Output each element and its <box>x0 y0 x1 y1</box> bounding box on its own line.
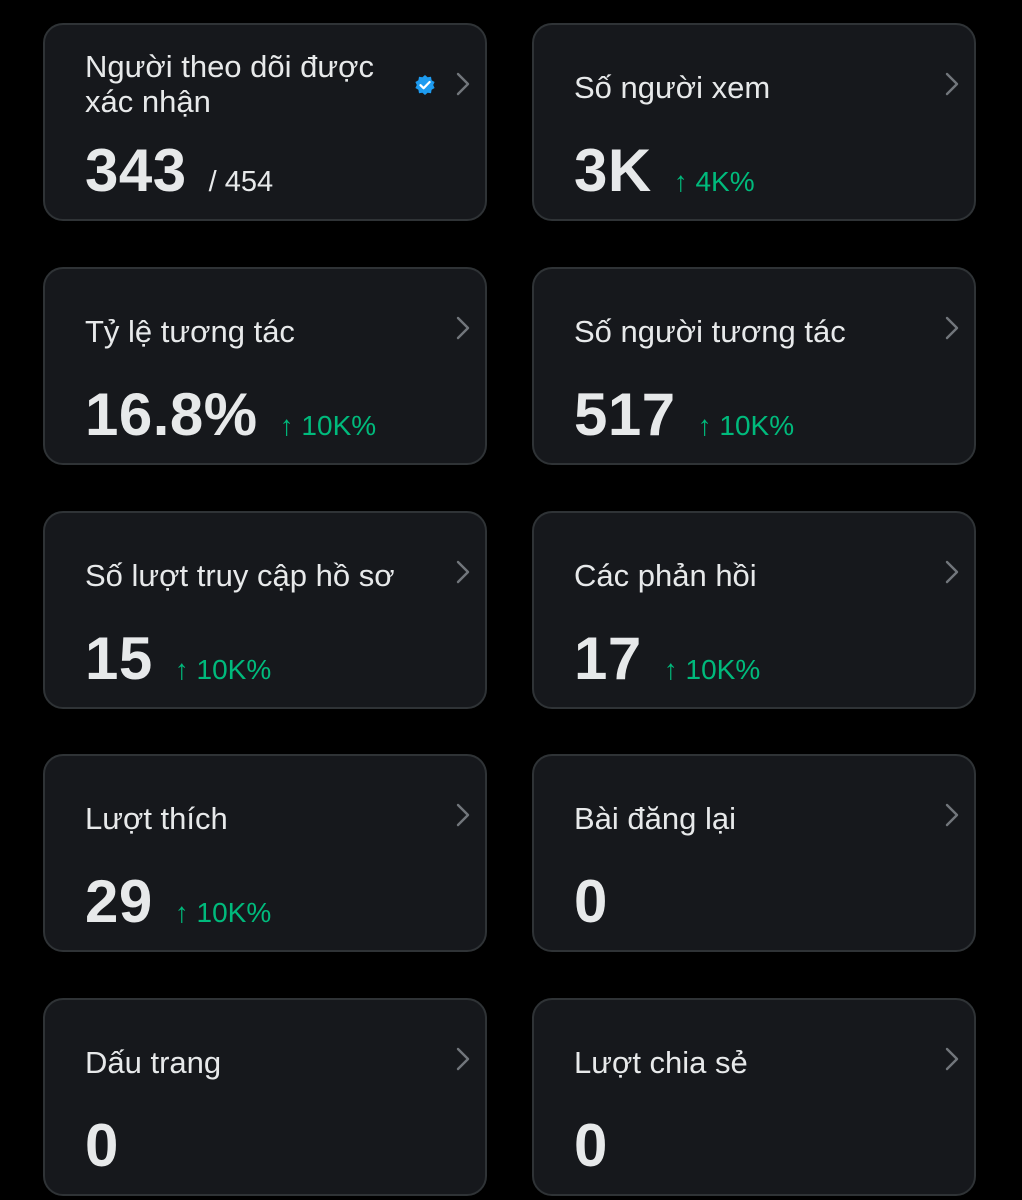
metric-change: ↑ 10K% <box>279 410 377 441</box>
metric-card-engaged-users[interactable]: Số người tương tác 517 ↑ 10K% <box>532 267 976 465</box>
metric-card-replies[interactable]: Các phản hồi 17 ↑ 10K% <box>532 511 976 709</box>
metric-value-row: 17 ↑ 10K% <box>574 627 760 691</box>
metric-label: Lượt thích <box>85 801 228 836</box>
metric-value: 17 <box>574 625 642 692</box>
metric-label: Người theo dõi được xác nhận <box>85 49 374 119</box>
metric-change: ↑ 4K% <box>673 166 755 197</box>
metric-label: Lượt chia sẻ <box>574 1045 748 1080</box>
metric-value-row: 0 <box>574 1114 608 1178</box>
chevron-right-icon <box>456 560 470 584</box>
metric-card-engagement-rate[interactable]: Tỷ lệ tương tác 16.8% ↑ 10K% <box>43 267 487 465</box>
metric-card-bookmarks[interactable]: Dấu trang 0 <box>43 998 487 1196</box>
metric-label: Số người tương tác <box>574 314 846 349</box>
metric-value-row: 15 ↑ 10K% <box>85 627 271 691</box>
metric-value: 0 <box>574 868 608 935</box>
metric-label: Số lượt truy cập hồ sơ <box>85 558 395 593</box>
metric-card-likes[interactable]: Lượt thích 29 ↑ 10K% <box>43 754 487 952</box>
chevron-right-icon <box>456 316 470 340</box>
metric-card-profile-visits[interactable]: Số lượt truy cập hồ sơ 15 ↑ 10K% <box>43 511 487 709</box>
metric-value-row: 0 <box>574 870 608 934</box>
chevron-right-icon <box>945 316 959 340</box>
metric-value: 3K <box>574 137 652 204</box>
metric-value: 343 <box>85 137 187 204</box>
metric-card-verified-followers[interactable]: Người theo dõi được xác nhận 343 / 454 <box>43 23 487 221</box>
metric-value: 517 <box>574 381 676 448</box>
chevron-right-icon <box>945 803 959 827</box>
metric-change: ↑ 10K% <box>174 654 272 685</box>
metric-change: ↑ 10K% <box>663 654 761 685</box>
metric-value-row: 29 ↑ 10K% <box>85 870 271 934</box>
metric-label: Bài đăng lại <box>574 801 737 836</box>
metric-label: Dấu trang <box>85 1045 222 1080</box>
chevron-right-icon <box>456 803 470 827</box>
chevron-right-icon <box>945 560 959 584</box>
metric-label: Số người xem <box>574 70 771 105</box>
metric-value-row: 517 ↑ 10K% <box>574 383 794 447</box>
metric-value: 15 <box>85 625 153 692</box>
metric-value-row: 0 <box>85 1114 119 1178</box>
chevron-right-icon <box>945 1047 959 1071</box>
metric-card-reposts[interactable]: Bài đăng lại 0 <box>532 754 976 952</box>
metric-value: 0 <box>85 1112 119 1179</box>
metric-value: 29 <box>85 868 153 935</box>
chevron-right-icon <box>456 72 470 96</box>
metric-change: ↑ 10K% <box>697 410 795 441</box>
metric-label: Các phản hồi <box>574 558 757 593</box>
metric-value: 16.8% <box>85 381 258 448</box>
metric-value-row: 16.8% ↑ 10K% <box>85 383 376 447</box>
metric-total: / 454 <box>208 166 274 198</box>
metric-card-viewers[interactable]: Số người xem 3K ↑ 4K% <box>532 23 976 221</box>
metric-change: ↑ 10K% <box>174 897 272 928</box>
metric-label: Tỷ lệ tương tác <box>85 314 295 349</box>
metric-value-row: 3K ↑ 4K% <box>574 139 755 203</box>
chevron-right-icon <box>945 72 959 96</box>
verified-badge-icon <box>415 75 435 95</box>
metric-card-shares[interactable]: Lượt chia sẻ 0 <box>532 998 976 1196</box>
chevron-right-icon <box>456 1047 470 1071</box>
metric-value-row: 343 / 454 <box>85 139 273 203</box>
metric-value: 0 <box>574 1112 608 1179</box>
